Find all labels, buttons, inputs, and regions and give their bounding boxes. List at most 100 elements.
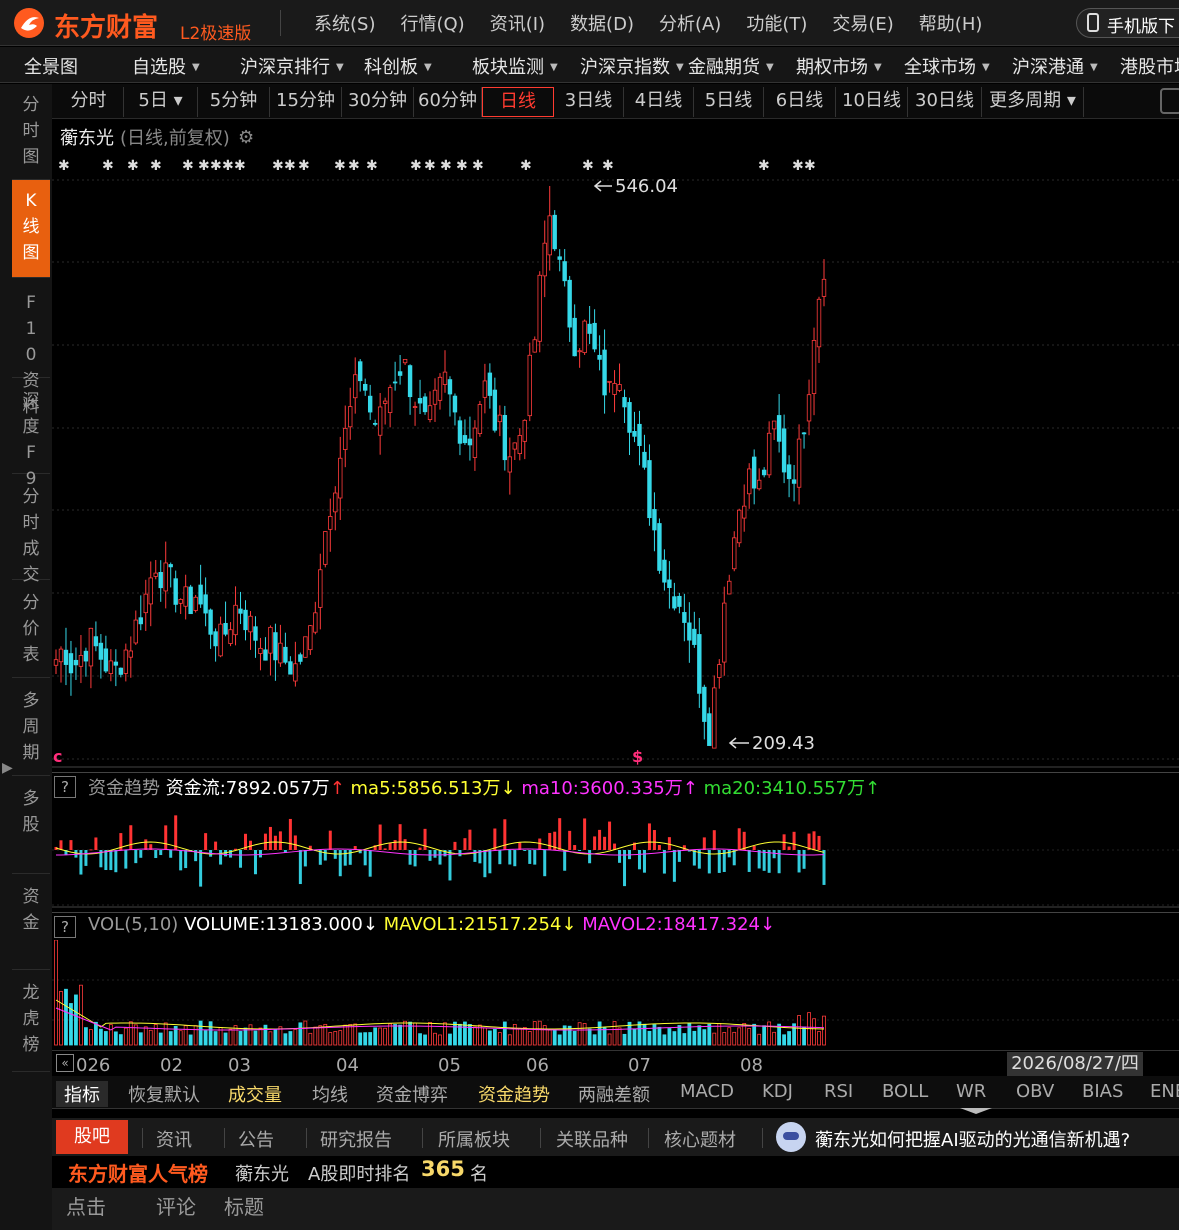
nav-item-2[interactable]: 沪深京排行 ▼ bbox=[240, 53, 344, 79]
sidebar-item-1[interactable]: K线图 bbox=[12, 180, 50, 278]
down-arrow-icon: ↓ bbox=[760, 914, 776, 935]
candle bbox=[68, 640, 74, 696]
col-clicks[interactable]: 点击 bbox=[66, 1191, 106, 1220]
menu-item-0[interactable]: 系统(S) bbox=[314, 10, 375, 36]
menu-item-3[interactable]: 数据(D) bbox=[570, 10, 634, 36]
candle bbox=[223, 601, 228, 637]
period-tab-8[interactable]: 4日线 bbox=[624, 87, 694, 117]
indicator-tab-1[interactable]: 恢复默认 bbox=[128, 1081, 200, 1107]
nav-item-9[interactable]: 沪深港通 ▼ bbox=[1012, 53, 1098, 79]
menu-item-6[interactable]: 交易(E) bbox=[832, 10, 893, 36]
menu-item-7[interactable]: 帮助(H) bbox=[919, 10, 983, 36]
up-arrow-icon: ↑ bbox=[329, 778, 345, 799]
sidebar-toggle-icon[interactable]: ▶ bbox=[2, 760, 13, 776]
candle-body bbox=[697, 634, 702, 694]
period-tab-7[interactable]: 3日线 bbox=[554, 87, 624, 117]
period-tab-2[interactable]: 5分钟 bbox=[198, 87, 270, 117]
nav-item-8[interactable]: 全球市场 ▼ bbox=[904, 53, 990, 79]
volume-bar bbox=[448, 1033, 452, 1046]
volume-bar bbox=[787, 1031, 791, 1046]
menu-item-2[interactable]: 资讯(I) bbox=[490, 10, 545, 36]
candle bbox=[667, 561, 672, 609]
help-icon[interactable]: ? bbox=[54, 776, 76, 798]
indicator-tab-0[interactable]: 指标 bbox=[56, 1081, 108, 1107]
menu-item-4[interactable]: 分析(A) bbox=[659, 10, 721, 36]
candle-body bbox=[517, 435, 522, 454]
candle bbox=[522, 419, 527, 460]
period-tab-1[interactable]: 5日 ▾ bbox=[124, 87, 198, 117]
indicator-expand-icon[interactable] bbox=[960, 1108, 992, 1114]
indicator-tab-10[interactable]: BOLL bbox=[882, 1081, 928, 1102]
indicator-tab-6[interactable]: 两融差额 bbox=[578, 1081, 650, 1107]
indicator-tab-4[interactable]: 资金博弈 bbox=[376, 1081, 448, 1107]
toolbar-extra-icon[interactable] bbox=[1160, 88, 1179, 114]
sidebar-item-0[interactable]: 分时图 bbox=[12, 84, 50, 180]
sidebar-item-9[interactable]: 龙虎榜 bbox=[12, 972, 50, 1072]
candle bbox=[318, 553, 323, 630]
indicator-tab-2[interactable]: 成交量 bbox=[228, 1081, 282, 1107]
nav-item-1[interactable]: 自选股 ▼ bbox=[132, 53, 200, 79]
info-tab-3[interactable]: 研究报告 bbox=[320, 1126, 392, 1152]
volume-bar bbox=[767, 1021, 772, 1046]
period-tab-12[interactable]: 30日线 bbox=[908, 87, 982, 117]
indicator-tab-5[interactable]: 资金趋势 bbox=[478, 1081, 550, 1107]
menu-item-5[interactable]: 功能(T) bbox=[746, 10, 807, 36]
info-tab-2[interactable]: 公告 bbox=[238, 1126, 274, 1152]
indicator-tab-9[interactable]: RSI bbox=[824, 1081, 853, 1102]
indicator-tab-11[interactable]: WR bbox=[956, 1081, 986, 1102]
period-tab-5[interactable]: 60分钟 bbox=[414, 87, 482, 117]
period-tab-11[interactable]: 10日线 bbox=[836, 87, 908, 117]
nav-item-6[interactable]: 金融期货 ▼ bbox=[688, 53, 774, 79]
volume-bar bbox=[582, 1023, 587, 1046]
fund-flow-bar bbox=[563, 850, 567, 871]
period-tab-13[interactable]: 更多周期 ▾ bbox=[982, 87, 1084, 117]
indicator-tab-13[interactable]: BIAS bbox=[1082, 1081, 1123, 1102]
sidebar-item-6[interactable]: 多周期 bbox=[12, 680, 50, 776]
col-title[interactable]: 标题 bbox=[224, 1191, 264, 1220]
nav-item-10[interactable]: 港股市场 bbox=[1120, 53, 1179, 79]
indicator-tab-7[interactable]: MACD bbox=[680, 1081, 734, 1102]
period-tab-6[interactable]: 日线 bbox=[482, 87, 554, 117]
period-tab-3[interactable]: 15分钟 bbox=[270, 87, 342, 117]
indicator-tab-8[interactable]: KDJ bbox=[762, 1081, 793, 1102]
info-tab-6[interactable]: 核心题材 bbox=[664, 1126, 736, 1152]
sidebar-item-8[interactable]: 资金 bbox=[12, 876, 50, 970]
sidebar-item-4[interactable]: 分时成交 bbox=[12, 476, 50, 585]
period-tab-4[interactable]: 30分钟 bbox=[342, 87, 414, 117]
col-comments[interactable]: 评论 bbox=[156, 1191, 196, 1220]
volume-bar bbox=[343, 1024, 348, 1046]
sidebar-item-5[interactable]: 分价表 bbox=[12, 582, 50, 678]
help-icon[interactable]: ? bbox=[54, 916, 76, 938]
volume-bar bbox=[358, 1032, 363, 1046]
indicator-tab-12[interactable]: OBV bbox=[1016, 1081, 1054, 1102]
indicator-tab-14[interactable]: ENE bbox=[1150, 1081, 1179, 1102]
sidebar-item-2[interactable]: F10资料 bbox=[12, 282, 50, 417]
chevron-down-icon: ▼ bbox=[766, 62, 774, 73]
info-tab-1[interactable]: 资讯 bbox=[156, 1126, 192, 1152]
candle bbox=[73, 647, 79, 680]
info-tab-0[interactable]: 股吧 bbox=[56, 1120, 128, 1154]
nav-item-4[interactable]: 板块监测 ▼ bbox=[472, 53, 558, 79]
period-tab-0[interactable]: 分时 bbox=[54, 87, 124, 117]
menu-item-1[interactable]: 行情(Q) bbox=[400, 10, 464, 36]
volume-bar bbox=[378, 1027, 383, 1046]
period-tab-10[interactable]: 6日线 bbox=[764, 87, 836, 117]
info-tab-4[interactable]: 所属板块 bbox=[438, 1126, 510, 1152]
nav-item-7[interactable]: 期权市场 ▼ bbox=[796, 53, 882, 79]
nav-item-0[interactable]: 全景图 bbox=[24, 53, 78, 79]
period-tab-9[interactable]: 5日线 bbox=[694, 87, 764, 117]
indicator-tab-3[interactable]: 均线 bbox=[312, 1081, 348, 1107]
gear-icon[interactable]: ⚙ bbox=[238, 127, 254, 148]
chevron-down-icon: ▼ bbox=[982, 62, 990, 73]
fund-flow-bar bbox=[737, 828, 741, 850]
fund-flow-bar bbox=[493, 828, 497, 850]
sidebar-item-3[interactable]: 深度F9 bbox=[12, 380, 50, 489]
nav-item-5[interactable]: 沪深京指数 ▼ bbox=[580, 53, 684, 79]
fund-flow-bar bbox=[383, 848, 387, 850]
nav-item-3[interactable]: 科创板 ▼ bbox=[364, 53, 432, 79]
candle bbox=[697, 617, 702, 708]
sidebar-item-7[interactable]: 多股 bbox=[12, 778, 50, 874]
ai-promo-link[interactable]: 蘅东光如何把握AI驱动的光通信新机遇? bbox=[815, 1126, 1130, 1152]
info-tab-5[interactable]: 关联品种 bbox=[556, 1126, 628, 1152]
collapse-left-icon[interactable]: « bbox=[56, 1054, 74, 1072]
